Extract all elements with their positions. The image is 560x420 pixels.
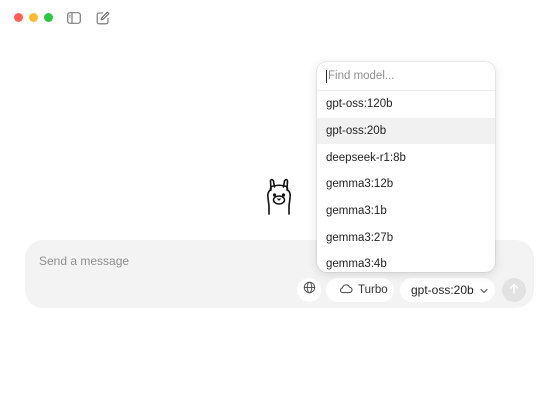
web-search-button[interactable] [297,278,321,302]
text-caret [326,69,327,83]
turbo-button[interactable]: Turbo [326,278,394,302]
sidebar-toggle-icon[interactable] [67,11,81,25]
send-button[interactable] [502,278,526,302]
model-option-deepseek-r1-8b[interactable]: deepseek-r1:8b [317,144,495,171]
model-option-gemma3-27b[interactable]: gemma3:27b [317,224,495,251]
model-option-gemma3-12b[interactable]: gemma3:12b [317,171,495,198]
model-search-input[interactable] [328,70,478,82]
chevron-down-icon [480,283,488,297]
llama-logo-icon [262,176,296,218]
message-input[interactable] [39,252,309,270]
model-option-gpt-oss-20b[interactable]: gpt-oss:20b [317,117,495,145]
turbo-label: Turbo [358,284,388,296]
close-window-button[interactable] [14,13,23,22]
minimize-window-button[interactable] [29,13,38,22]
cloud-icon [338,283,353,297]
selected-model-label: gpt-oss:20b [411,283,474,297]
model-search [317,62,495,91]
model-dropdown: gpt-oss:120b gpt-oss:20b deepseek-r1:8b … [317,62,495,272]
arrow-up-icon [509,281,519,299]
globe-icon [303,281,316,299]
model-selector[interactable]: gpt-oss:20b [400,278,495,302]
model-option-gemma3-4b[interactable]: gemma3:4b [317,251,495,272]
window-controls [14,13,53,22]
new-chat-icon[interactable] [96,11,110,25]
model-option-gemma3-1b[interactable]: gemma3:1b [317,198,495,225]
model-option-gpt-oss-120b[interactable]: gpt-oss:120b [317,91,495,118]
zoom-window-button[interactable] [44,13,53,22]
app-window: Turbo gpt-oss:20b gpt-oss:120b gpt-oss: [0,0,560,420]
